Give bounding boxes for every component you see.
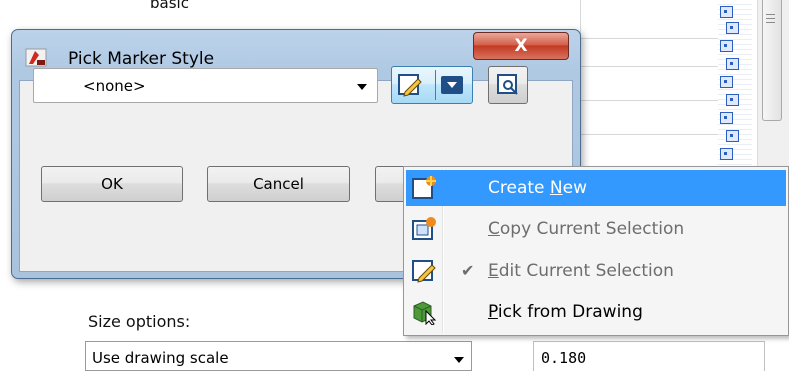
split-dropdown-arrow-icon[interactable] <box>441 76 463 94</box>
zoom-select-icon <box>497 74 518 95</box>
menu-item-label: Edit Current Selection <box>488 261 674 281</box>
style-node-icon[interactable] <box>720 6 733 18</box>
grid-row-line <box>580 66 720 67</box>
background-style-name: basic <box>150 0 189 12</box>
menu-item-pick-from-drawing[interactable]: Pick from Drawing <box>406 294 786 330</box>
style-node-icon[interactable] <box>720 40 733 52</box>
style-actions-menu: Create New Copy Current Selection ✔ Edit… <box>403 166 789 336</box>
size-value-field[interactable]: 0.180 <box>533 341 765 371</box>
grid-row-line <box>580 100 720 101</box>
style-tree-column <box>718 0 752 170</box>
menu-item-create-new[interactable]: Create New <box>406 170 786 206</box>
dialog-title: Pick Marker Style <box>68 49 215 69</box>
menu-item-label: Pick from Drawing <box>488 302 643 322</box>
cancel-button[interactable]: Cancel <box>207 166 350 202</box>
close-button[interactable]: X <box>473 32 569 60</box>
pick-from-drawing-icon <box>413 301 437 325</box>
grid-row-line <box>580 38 720 39</box>
scroll-grip-icon <box>766 22 775 23</box>
scroll-grip-icon <box>766 14 775 15</box>
chevron-down-icon <box>454 357 464 363</box>
style-node-icon[interactable] <box>726 22 739 34</box>
menu-item-edit-current-selection[interactable]: ✔ Edit Current Selection <box>406 253 786 289</box>
size-value: 0.180 <box>541 349 587 367</box>
style-actions-split-button[interactable] <box>391 66 473 104</box>
edit-style-icon <box>398 74 422 97</box>
menu-item-copy-current-selection[interactable]: Copy Current Selection <box>406 211 786 247</box>
marker-style-value: <none> <box>83 77 146 95</box>
size-options-combo[interactable]: Use drawing scale <box>85 341 472 371</box>
copy-style-icon <box>412 217 436 240</box>
style-node-icon[interactable] <box>720 112 733 124</box>
style-node-icon[interactable] <box>726 130 739 142</box>
menu-item-label: Create New <box>488 178 587 198</box>
scroll-grip-icon <box>766 18 775 19</box>
menu-item-label: Copy Current Selection <box>488 219 685 239</box>
pick-style-button[interactable] <box>488 66 528 104</box>
edit-style-icon <box>412 260 436 283</box>
close-icon: X <box>514 36 528 56</box>
create-new-icon <box>412 176 436 199</box>
style-node-icon[interactable] <box>720 148 733 160</box>
grid-row-line <box>580 134 720 135</box>
ok-button[interactable]: OK <box>41 166 183 202</box>
style-node-icon[interactable] <box>720 76 733 88</box>
checkmark-icon: ✔ <box>461 261 475 280</box>
marker-style-combo[interactable]: <none> <box>33 68 378 103</box>
style-node-icon[interactable] <box>726 94 739 106</box>
app-icon <box>25 48 47 67</box>
split-separator <box>435 70 436 100</box>
size-options-value: Use drawing scale <box>92 349 229 367</box>
chevron-down-icon <box>357 84 367 90</box>
style-node-icon[interactable] <box>726 58 739 70</box>
help-button[interactable] <box>375 166 405 202</box>
size-options-label: Size options: <box>88 312 191 331</box>
